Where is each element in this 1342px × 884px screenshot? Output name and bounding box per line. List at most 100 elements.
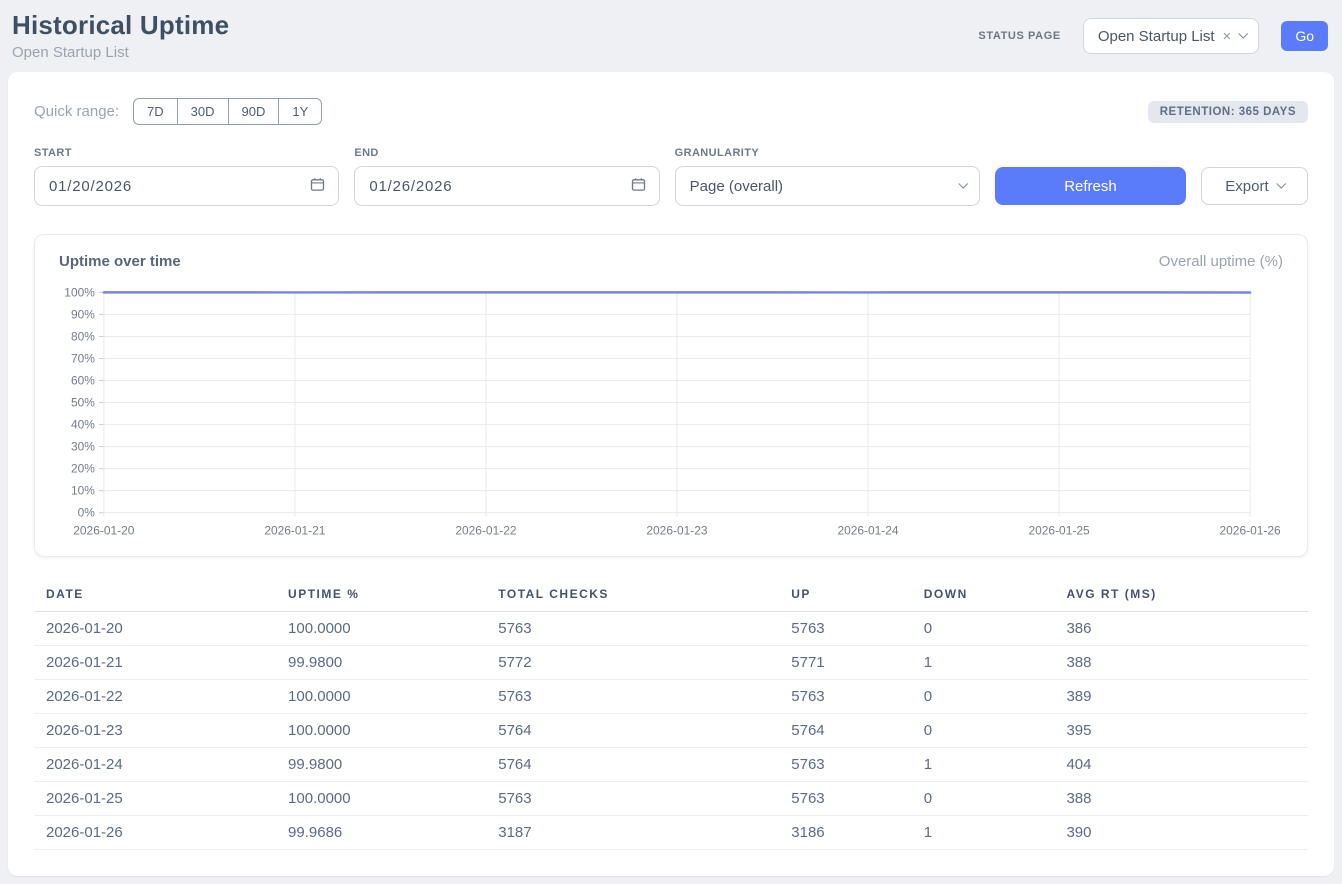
title-block: Historical Uptime Open Startup List <box>12 10 229 61</box>
table-cell: 3187 <box>486 816 779 850</box>
table-cell: 99.9800 <box>276 748 486 782</box>
quick-range-group: 7D30D90D1Y <box>133 98 322 125</box>
end-label: END <box>354 147 659 159</box>
svg-text:2026-01-23: 2026-01-23 <box>646 524 707 538</box>
table-cell: 3186 <box>779 816 911 850</box>
table-cell: 0 <box>912 782 1055 816</box>
export-button-label: Export <box>1225 178 1268 195</box>
retention-badge: RETENTION: 365 DAYS <box>1148 101 1308 123</box>
table-cell: 0 <box>912 714 1055 748</box>
table-cell: 395 <box>1054 714 1308 748</box>
page-header: Historical Uptime Open Startup List STAT… <box>0 0 1342 72</box>
column-header: DOWN <box>912 581 1055 612</box>
svg-text:0%: 0% <box>78 506 96 520</box>
table-cell: 389 <box>1054 680 1308 714</box>
end-date-input[interactable]: 01/26/2026 <box>354 166 659 206</box>
svg-text:10%: 10% <box>71 484 95 498</box>
column-header: TOTAL CHECKS <box>486 581 779 612</box>
status-page-label: STATUS PAGE <box>978 30 1060 42</box>
svg-text:2026-01-25: 2026-01-25 <box>1028 524 1089 538</box>
start-field-group: START 01/20/2026 <box>34 147 339 206</box>
chart-header: Uptime over time Overall uptime (%) <box>59 253 1283 270</box>
table-cell: 1 <box>912 646 1055 680</box>
refresh-button[interactable]: Refresh <box>995 167 1186 205</box>
table-cell: 0 <box>912 612 1055 646</box>
start-date-value: 01/20/2026 <box>49 178 132 195</box>
chart-title: Uptime over time <box>59 253 181 270</box>
calendar-icon[interactable] <box>310 177 325 196</box>
main-panel: Quick range: 7D30D90D1Y RETENTION: 365 D… <box>8 72 1334 876</box>
table-cell: 2026-01-26 <box>34 816 276 850</box>
quick-range-label: Quick range: <box>34 103 119 120</box>
column-header: DATE <box>34 581 276 612</box>
table-cell: 99.9800 <box>276 646 486 680</box>
table-cell: 5763 <box>486 782 779 816</box>
clear-icon[interactable]: × <box>1223 28 1232 45</box>
page-subtitle: Open Startup List <box>12 44 229 61</box>
table-cell: 100.0000 <box>276 782 486 816</box>
start-label: START <box>34 147 339 159</box>
chart-legend: Overall uptime (%) <box>1159 253 1283 270</box>
export-button[interactable]: Export <box>1201 167 1308 205</box>
quick-range-30d-button[interactable]: 30D <box>177 98 229 125</box>
table-row: 2026-01-23100.0000576457640395 <box>34 714 1308 748</box>
table-cell: 5771 <box>779 646 911 680</box>
calendar-icon[interactable] <box>631 177 646 196</box>
quick-range-row: Quick range: 7D30D90D1Y RETENTION: 365 D… <box>34 98 1308 125</box>
table-cell: 100.0000 <box>276 612 486 646</box>
table-header: DATEUPTIME %TOTAL CHECKSUPDOWNAVG RT (MS… <box>34 581 1308 612</box>
table-cell: 390 <box>1054 816 1308 850</box>
table-cell: 386 <box>1054 612 1308 646</box>
chevron-down-icon <box>1239 29 1249 39</box>
svg-text:70%: 70% <box>71 351 95 365</box>
quick-range-7d-button[interactable]: 7D <box>133 98 178 125</box>
historical-uptime-page: { "page": { "title": "Historical Uptime"… <box>0 0 1342 884</box>
header-controls: STATUS PAGE Open Startup List × Go <box>978 18 1328 54</box>
table-cell: 1 <box>912 748 1055 782</box>
svg-text:30%: 30% <box>71 440 95 454</box>
svg-text:2026-01-21: 2026-01-21 <box>264 524 325 538</box>
svg-text:2026-01-24: 2026-01-24 <box>837 524 898 538</box>
status-page-select-value: Open Startup List <box>1098 28 1215 45</box>
chevron-down-icon <box>1276 179 1286 189</box>
start-date-input[interactable]: 01/20/2026 <box>34 166 339 206</box>
table-cell: 5763 <box>779 748 911 782</box>
granularity-select[interactable]: Page (overall) <box>675 166 980 206</box>
table-cell: 2026-01-25 <box>34 782 276 816</box>
table-cell: 0 <box>912 680 1055 714</box>
quick-range-90d-button[interactable]: 90D <box>228 98 280 125</box>
table-cell: 5763 <box>486 680 779 714</box>
go-button[interactable]: Go <box>1281 21 1328 51</box>
filters-row: START 01/20/2026 END 01/26/2026 GRANULAR… <box>34 147 1308 206</box>
table-body: 2026-01-20100.00005763576303862026-01-21… <box>34 612 1308 850</box>
table-cell: 388 <box>1054 782 1308 816</box>
table-cell: 5764 <box>486 748 779 782</box>
table-cell: 2026-01-22 <box>34 680 276 714</box>
svg-text:100%: 100% <box>64 285 95 299</box>
uptime-table: DATEUPTIME %TOTAL CHECKSUPDOWNAVG RT (MS… <box>34 581 1308 850</box>
svg-text:90%: 90% <box>71 307 95 321</box>
table-cell: 388 <box>1054 646 1308 680</box>
status-page-select[interactable]: Open Startup List × <box>1083 18 1260 54</box>
uptime-chart-card: Uptime over time Overall uptime (%) 0% 10… <box>34 234 1308 557</box>
table-cell: 100.0000 <box>276 680 486 714</box>
table-cell: 5772 <box>486 646 779 680</box>
table-cell: 5763 <box>779 612 911 646</box>
table-cell: 100.0000 <box>276 714 486 748</box>
table-cell: 5763 <box>779 782 911 816</box>
table-row: 2026-01-20100.0000576357630386 <box>34 612 1308 646</box>
quick-range-1y-button[interactable]: 1Y <box>278 98 322 125</box>
table-cell: 5763 <box>486 612 779 646</box>
uptime-chart: 0%10%20%30%40%50%60%70%80%90%100%2026-01… <box>59 284 1283 542</box>
svg-text:2026-01-26: 2026-01-26 <box>1220 524 1281 538</box>
table-row: 2026-01-2699.9686318731861390 <box>34 816 1308 850</box>
table-cell: 2026-01-21 <box>34 646 276 680</box>
table-cell: 2026-01-24 <box>34 748 276 782</box>
svg-text:2026-01-20: 2026-01-20 <box>73 524 134 538</box>
table-cell: 99.9686 <box>276 816 486 850</box>
table-cell: 5764 <box>779 714 911 748</box>
granularity-value: Page (overall) <box>690 178 783 195</box>
table-cell: 404 <box>1054 748 1308 782</box>
chevron-down-icon <box>958 179 968 189</box>
table-cell: 5763 <box>779 680 911 714</box>
